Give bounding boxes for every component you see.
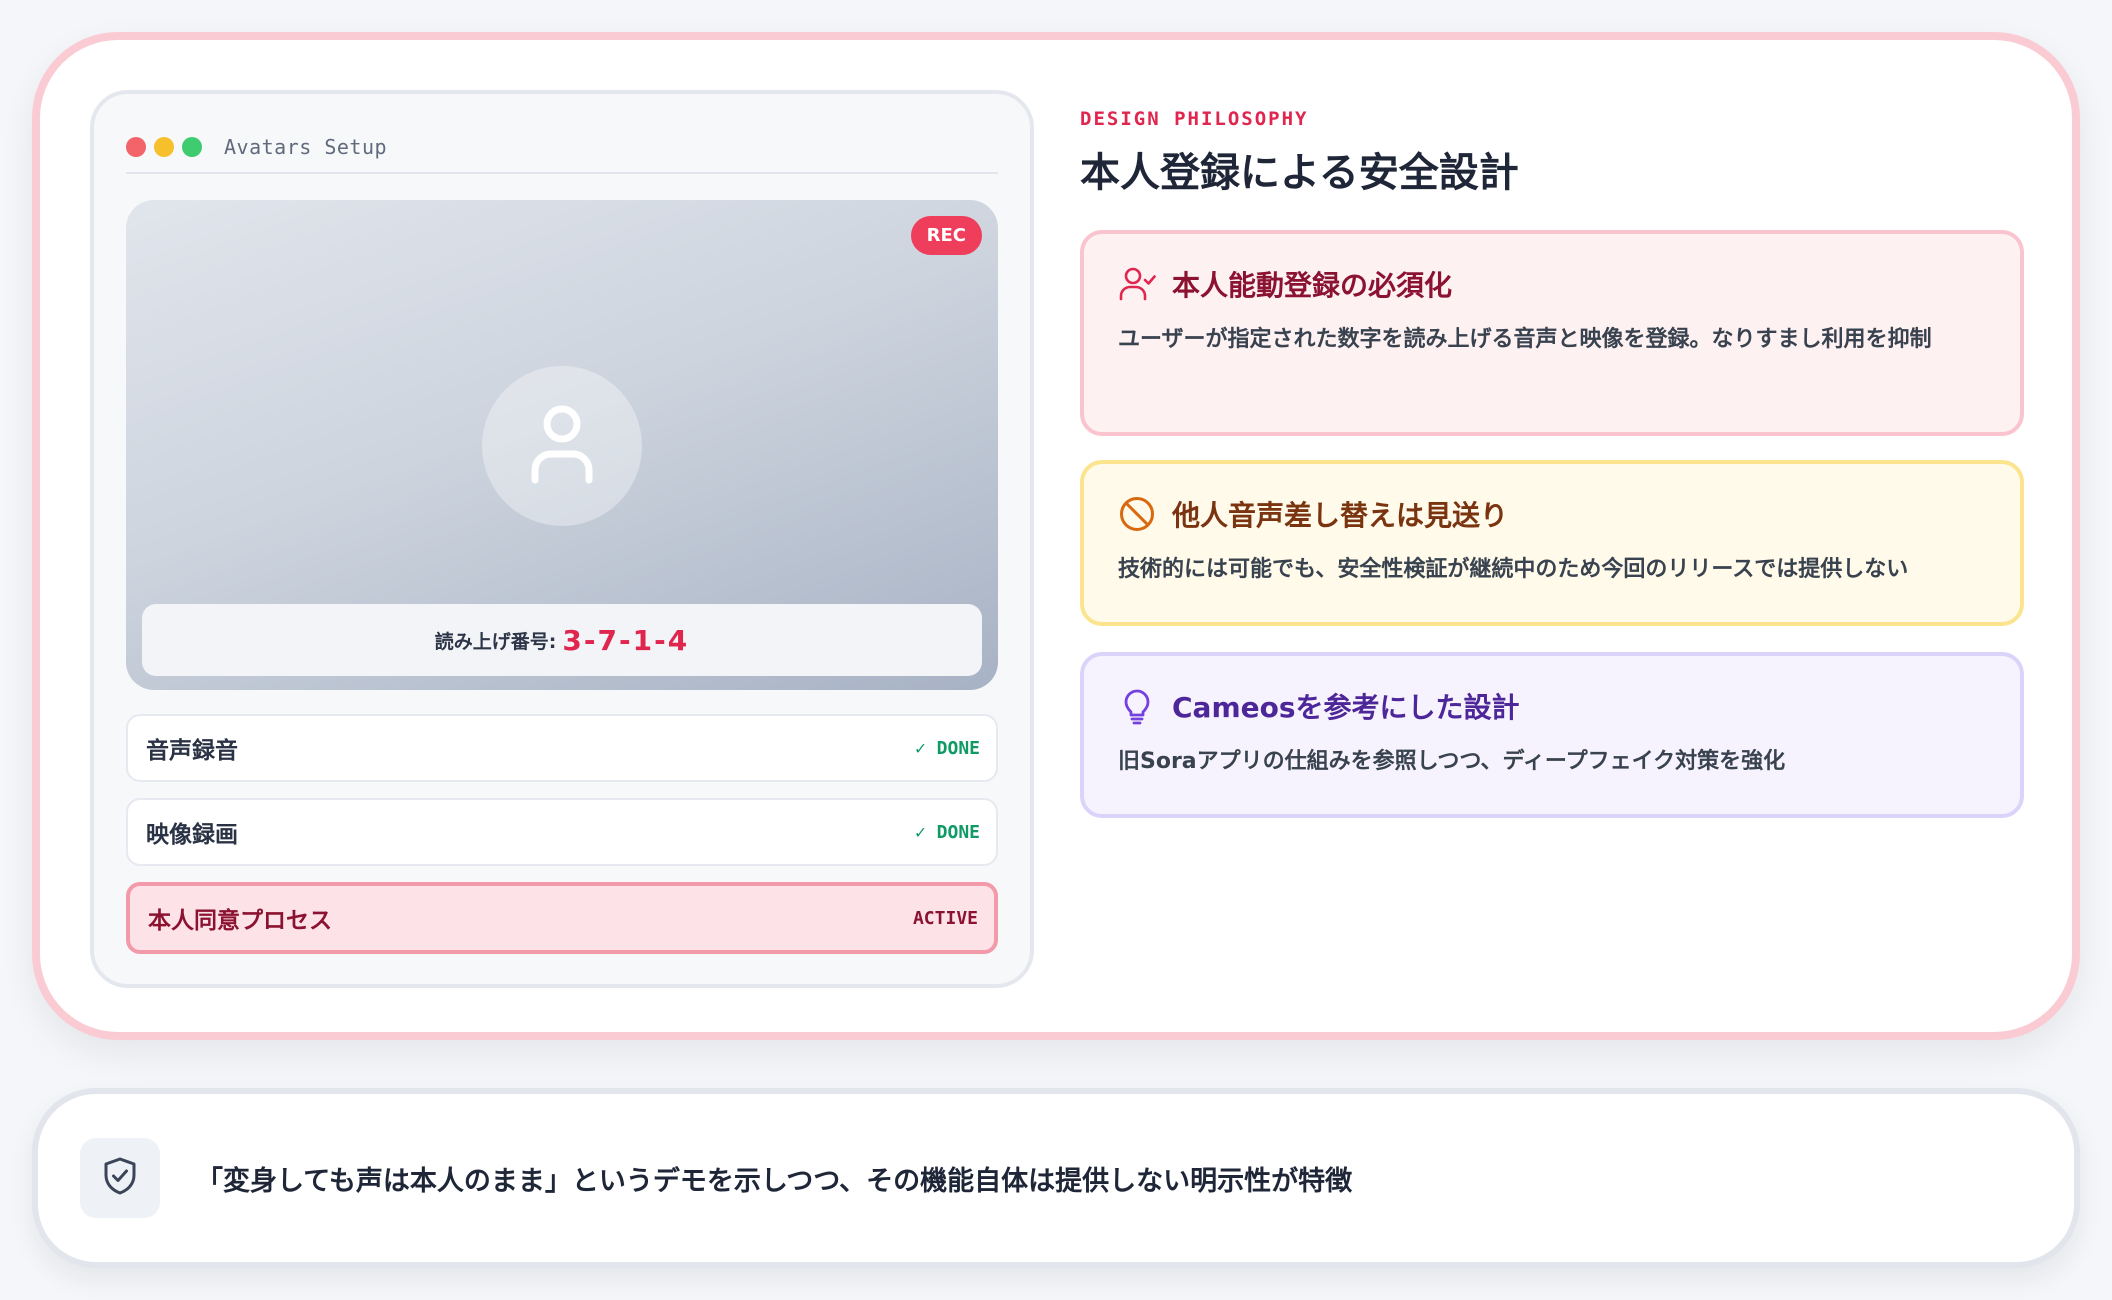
step-label: 本人同意プロセス xyxy=(148,908,332,934)
step-status: ✓ DONE xyxy=(914,821,980,843)
step-consent-process[interactable]: 本人同意プロセス ACTIVE xyxy=(126,882,998,954)
read-number-value: 3-7-1-4 xyxy=(562,623,690,657)
avatars-setup-window: Avatars Setup REC 読み上げ番号: 3-7-1-4 音声録音 ✓… xyxy=(90,90,1034,988)
feature-description: 技術的には可能でも、安全性検証が継続中のため今回のリリースでは提供しない xyxy=(1118,557,1909,582)
rec-badge: REC xyxy=(910,216,982,255)
step-status: ACTIVE xyxy=(912,907,978,929)
feature-description: 旧Soraアプリの仕組みを参照しつつ、ディープフェイク対策を強化 xyxy=(1118,749,1786,774)
feature-card-voice-swap: 他人音声差し替えは見送り 技術的には可能でも、安全性検証が継続中のため今回のリリ… xyxy=(1080,460,2024,626)
maximize-window-dot[interactable] xyxy=(182,137,202,157)
step-video-recording[interactable]: 映像録画 ✓ DONE xyxy=(126,798,998,866)
ban-icon xyxy=(1118,495,1156,533)
feature-card-cameos-design: Cameosを参考にした設計 旧Soraアプリの仕組みを参照しつつ、ディープフェ… xyxy=(1080,652,2024,818)
section-eyebrow: DESIGN PHILOSOPHY xyxy=(1080,108,1309,130)
user-check-icon xyxy=(1118,265,1156,303)
lightbulb-icon xyxy=(1118,687,1156,725)
step-voice-recording[interactable]: 音声録音 ✓ DONE xyxy=(126,714,998,782)
feature-description: ユーザーが指定された数字を読み上げる音声と映像を登録。なりすまし利用を抑制 xyxy=(1118,327,1932,352)
note-icon-box xyxy=(80,1138,160,1218)
section-heading: 本人登録による安全設計 xyxy=(1080,150,1519,196)
feature-title: Cameosを参考にした設計 xyxy=(1172,691,1520,724)
step-label: 音声録音 xyxy=(146,738,238,764)
shield-check-icon xyxy=(102,1156,138,1200)
window-title: Avatars Setup xyxy=(224,135,388,159)
feature-title: 他人音声差し替えは見送り xyxy=(1172,499,1509,532)
camera-preview: REC 読み上げ番号: 3-7-1-4 xyxy=(126,200,998,690)
step-label: 映像録画 xyxy=(146,822,238,848)
summary-note-card: 「変身しても声は本人のまま」というデモを示しつつ、その機能自体は提供しない明示性… xyxy=(32,1088,2080,1268)
step-status: ✓ DONE xyxy=(914,737,980,759)
read-number-label: 読み上げ番号: xyxy=(434,630,557,653)
summary-note-text: 「変身しても声は本人のまま」というデモを示しつつ、その機能自体は提供しない明示性… xyxy=(196,1165,1353,1197)
feature-card-identity-registration: 本人能動登録の必須化 ユーザーが指定された数字を読み上げる音声と映像を登録。なり… xyxy=(1080,230,2024,436)
avatar-placeholder xyxy=(482,366,642,526)
main-card: Avatars Setup REC 読み上げ番号: 3-7-1-4 音声録音 ✓… xyxy=(32,32,2080,1040)
window-titlebar: Avatars Setup xyxy=(126,122,998,174)
feature-title: 本人能動登録の必須化 xyxy=(1172,269,1453,302)
close-window-dot[interactable] xyxy=(126,137,146,157)
minimize-window-dot[interactable] xyxy=(154,137,174,157)
read-number-box: 読み上げ番号: 3-7-1-4 xyxy=(142,604,982,676)
user-icon xyxy=(527,404,597,488)
